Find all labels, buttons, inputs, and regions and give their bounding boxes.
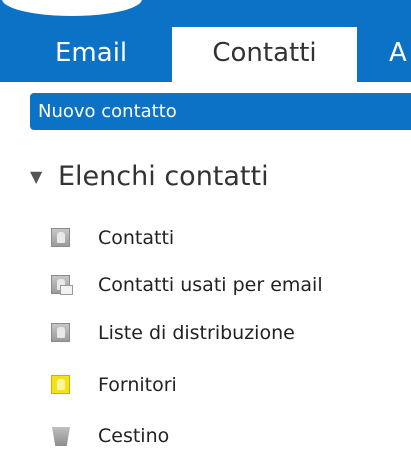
- list-item-label: Contatti: [98, 227, 175, 249]
- new-contact-button[interactable]: Nuovo contatto: [30, 93, 411, 130]
- contact-lists-header[interactable]: ▼ Elenchi contatti: [30, 153, 269, 199]
- list-item-contatti-usati[interactable]: Contatti usati per email: [49, 270, 323, 300]
- tab-partial[interactable]: A: [389, 27, 407, 82]
- tab-contatti[interactable]: Contatti: [172, 27, 357, 82]
- list-item-label: Cestino: [98, 425, 170, 447]
- list-item-liste-distribuzione[interactable]: Liste di distribuzione: [49, 318, 295, 348]
- list-item-label: Fornitori: [98, 374, 177, 396]
- trash-icon: [49, 424, 73, 448]
- address-book-icon: [49, 226, 73, 250]
- list-item-label: Liste di distribuzione: [98, 322, 295, 344]
- section-title: Elenchi contatti: [58, 160, 269, 192]
- distribution-list-book-icon: [49, 321, 73, 345]
- list-item-cestino[interactable]: Cestino: [49, 421, 169, 451]
- list-item-label: Contatti usati per email: [98, 274, 323, 296]
- logo: [2, 0, 142, 16]
- tab-email[interactable]: Email: [55, 27, 127, 82]
- list-item-contatti[interactable]: Contatti: [49, 223, 174, 253]
- email-contacts-book-icon: [49, 273, 73, 297]
- top-navigation-bar: Email Contatti A: [0, 0, 411, 82]
- collapse-arrow-icon[interactable]: ▼: [30, 167, 58, 186]
- yellow-address-book-icon: [49, 373, 73, 397]
- list-item-fornitori[interactable]: Fornitori: [49, 370, 177, 400]
